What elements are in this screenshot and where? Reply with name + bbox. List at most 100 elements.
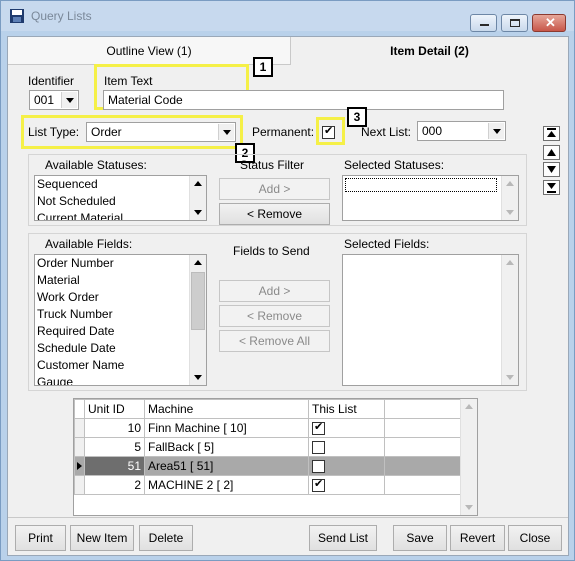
- scrollbar[interactable]: [501, 255, 518, 385]
- scroll-up-icon[interactable]: [502, 176, 518, 192]
- row-header[interactable]: [74, 475, 85, 495]
- revert-button[interactable]: Revert: [450, 525, 505, 551]
- tab-outline-view[interactable]: Outline View (1): [8, 37, 291, 65]
- delete-button[interactable]: Delete: [139, 525, 193, 551]
- move-down-button[interactable]: [543, 162, 560, 177]
- fields-add-button[interactable]: Add >: [219, 280, 330, 302]
- available-fields-label: Available Fields:: [45, 237, 133, 251]
- window-title: Query Lists: [31, 9, 92, 23]
- maximize-button[interactable]: [501, 14, 528, 32]
- move-top-button[interactable]: [543, 126, 560, 141]
- current-row-icon: [77, 462, 82, 470]
- scroll-thumb[interactable]: [191, 272, 205, 330]
- scroll-down-icon[interactable]: [190, 204, 206, 220]
- table-row-selected[interactable]: 51 Area51 [ 51]: [74, 456, 462, 476]
- this-list-checkbox[interactable]: [312, 460, 325, 474]
- permanent-label: Permanent:: [252, 125, 315, 139]
- list-item[interactable]: Customer Name: [35, 357, 206, 374]
- close-window-button[interactable]: ✕: [532, 14, 566, 32]
- this-list-checkbox[interactable]: [312, 420, 325, 436]
- column-header-this-list[interactable]: This List: [308, 399, 385, 419]
- machine-grid[interactable]: Unit ID Machine This List 10 Finn Machin…: [73, 398, 478, 516]
- minimize-button[interactable]: [470, 14, 497, 32]
- list-item[interactable]: Current Material: [35, 210, 206, 220]
- this-list-cell[interactable]: [308, 475, 385, 495]
- status-add-button[interactable]: Add >: [219, 178, 330, 200]
- available-fields-list[interactable]: Order Number Material Work Order Truck N…: [34, 254, 207, 386]
- callout-3: 3: [347, 107, 367, 127]
- new-item-button[interactable]: New Item: [70, 525, 134, 551]
- list-item[interactable]: Sequenced: [35, 176, 206, 193]
- move-top-icon: [547, 128, 556, 137]
- table-row[interactable]: 2 MACHINE 2 [ 2]: [74, 475, 462, 495]
- list-item[interactable]: Material: [35, 272, 206, 289]
- scroll-down-icon[interactable]: [461, 499, 477, 515]
- move-up-button[interactable]: [543, 145, 560, 160]
- this-list-checkbox[interactable]: [312, 441, 325, 455]
- available-statuses-list[interactable]: Sequenced Not Scheduled Current Material: [34, 175, 207, 221]
- save-button[interactable]: Save: [393, 525, 447, 551]
- table-row[interactable]: 10 Finn Machine [ 10]: [74, 418, 462, 438]
- status-remove-button[interactable]: < Remove: [219, 203, 330, 225]
- title-bar[interactable]: Query Lists ✕: [1, 1, 574, 32]
- grid-scrollbar[interactable]: [460, 399, 477, 515]
- list-item[interactable]: Gauge: [35, 374, 206, 385]
- this-list-checkbox[interactable]: [312, 477, 325, 493]
- tab-item-detail[interactable]: Item Detail (2): [291, 37, 568, 65]
- row-header[interactable]: [74, 437, 85, 457]
- machine-cell[interactable]: MACHINE 2 [ 2]: [144, 475, 309, 495]
- list-item[interactable]: Truck Number: [35, 306, 206, 323]
- fields-remove-all-button[interactable]: < Remove All: [219, 330, 330, 352]
- scroll-down-icon[interactable]: [502, 369, 518, 385]
- item-text-value: Material Code: [108, 93, 183, 107]
- list-type-combo[interactable]: Order: [86, 122, 236, 142]
- item-text-input[interactable]: Material Code: [103, 90, 504, 110]
- close-button[interactable]: Close: [508, 525, 562, 551]
- scroll-up-icon[interactable]: [190, 255, 206, 271]
- scrollbar[interactable]: [189, 176, 206, 220]
- print-button[interactable]: Print: [15, 525, 66, 551]
- chevron-down-icon[interactable]: [218, 124, 234, 140]
- permanent-checkbox[interactable]: [322, 124, 335, 140]
- selected-fields-list[interactable]: [342, 254, 519, 386]
- identifier-combo[interactable]: 001: [29, 90, 79, 110]
- machine-cell[interactable]: FallBack [ 5]: [144, 437, 309, 457]
- column-header-unit-id[interactable]: Unit ID: [84, 399, 145, 419]
- machine-cell[interactable]: Area51 [ 51]: [144, 456, 309, 476]
- next-list-combo[interactable]: 000: [417, 121, 506, 141]
- this-list-cell[interactable]: [308, 437, 385, 457]
- move-bottom-button[interactable]: [543, 180, 560, 195]
- selected-statuses-list[interactable]: [342, 175, 519, 221]
- chevron-down-icon[interactable]: [61, 92, 77, 108]
- send-list-button[interactable]: Send List: [309, 525, 377, 551]
- list-item[interactable]: Not Scheduled: [35, 193, 206, 210]
- scroll-down-icon[interactable]: [190, 369, 206, 385]
- scroll-up-icon[interactable]: [190, 176, 206, 192]
- unit-id-cell[interactable]: 2: [84, 475, 145, 495]
- tab-strip: Outline View (1) Item Detail (2): [8, 37, 568, 65]
- table-row[interactable]: 5 FallBack [ 5]: [74, 437, 462, 457]
- list-item[interactable]: Schedule Date: [35, 340, 206, 357]
- list-item[interactable]: Work Order: [35, 289, 206, 306]
- list-type-value: Order: [91, 125, 122, 139]
- fields-remove-button[interactable]: < Remove: [219, 305, 330, 327]
- chevron-down-icon[interactable]: [488, 123, 504, 139]
- unit-id-cell[interactable]: 51: [84, 456, 145, 476]
- column-header-machine[interactable]: Machine: [144, 399, 309, 419]
- unit-id-cell[interactable]: 5: [84, 437, 145, 457]
- unit-id-cell[interactable]: 10: [84, 418, 145, 438]
- scroll-up-icon[interactable]: [461, 399, 477, 415]
- machine-cell[interactable]: Finn Machine [ 10]: [144, 418, 309, 438]
- this-list-cell[interactable]: [308, 418, 385, 438]
- list-item[interactable]: Order Number: [35, 255, 206, 272]
- row-header[interactable]: [74, 418, 85, 438]
- callout-1: 1: [253, 57, 273, 77]
- row-header[interactable]: [74, 456, 85, 476]
- app-icon: [10, 9, 24, 23]
- scrollbar[interactable]: [501, 176, 518, 220]
- scrollbar[interactable]: [189, 255, 206, 385]
- scroll-down-icon[interactable]: [502, 204, 518, 220]
- scroll-up-icon[interactable]: [502, 255, 518, 271]
- list-item[interactable]: Required Date: [35, 323, 206, 340]
- this-list-cell[interactable]: [308, 456, 385, 476]
